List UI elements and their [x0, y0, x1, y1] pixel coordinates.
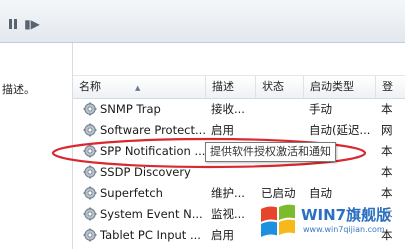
column-header-logon[interactable]: 登: [376, 76, 405, 98]
gear-icon: [83, 228, 97, 242]
service-description-cell: 接收...: [211, 102, 245, 116]
service-startup-type-cell: 手动: [309, 102, 332, 116]
description-text: 描述。: [2, 83, 35, 96]
column-header-startup-type[interactable]: 启动类型: [304, 76, 376, 98]
gear-icon: [83, 165, 97, 179]
service-description-cell: 启用: [211, 123, 234, 137]
service-logon-cell: 网: [381, 123, 393, 137]
service-name-cell: SPP Notification ...: [100, 144, 206, 158]
gear-icon: [83, 144, 97, 158]
service-name-cell: Superfetch: [100, 186, 163, 200]
column-header-logon-label: 登: [382, 80, 393, 93]
windows-logo-icon: [261, 204, 295, 237]
gear-icon: [83, 102, 97, 116]
service-startup-type-cell: 自动(延迟...: [309, 123, 371, 137]
column-header-status[interactable]: 状态: [256, 76, 304, 98]
service-name-cell: SNMP Trap: [100, 102, 161, 116]
column-header-row: 名称 ▲ 描述 状态 启动类型 登: [73, 75, 405, 99]
restart-service-button[interactable]: ▮▶: [24, 17, 40, 31]
service-name-cell: SSDP Discovery: [100, 165, 191, 179]
service-description-cell: 启用: [211, 228, 234, 242]
service-name-cell: Software Protect...: [100, 123, 206, 137]
pause-icon: [9, 19, 17, 29]
column-header-name[interactable]: 名称 ▲: [73, 76, 206, 98]
service-description-tooltip: 提供软件授权激活和通知: [205, 142, 336, 162]
column-header-name-label: 名称: [79, 80, 101, 93]
service-toolbar: ▮▶: [0, 0, 405, 43]
gear-icon: [83, 123, 97, 137]
service-row[interactable]: SSDP Discovery 本: [73, 162, 405, 183]
service-logon-cell: 本: [381, 165, 393, 179]
site-watermark: WIN7旗舰版 www.win7qijian.com: [255, 198, 405, 249]
left-description-pane: 描述。: [0, 43, 73, 249]
service-description-cell: 监视...: [211, 207, 245, 221]
service-logon-cell: 本: [381, 144, 393, 158]
service-logon-cell: 本: [381, 102, 393, 116]
column-header-description[interactable]: 描述: [206, 76, 256, 98]
column-header-description-label: 描述: [212, 80, 234, 93]
restart-icon: ▮▶: [24, 17, 40, 31]
service-name-cell: Tablet PC Input ...: [100, 228, 201, 242]
service-row[interactable]: SNMP Trap 接收... 手动 本: [73, 99, 405, 120]
service-description-cell: 维护...: [211, 186, 245, 200]
service-row[interactable]: Software Protect... 启用 自动(延迟... 网: [73, 120, 405, 141]
gear-icon: [83, 207, 97, 221]
service-name-cell: System Event N...: [100, 207, 203, 221]
watermark-url: www.win7qijian.com: [303, 225, 385, 234]
column-header-startup-type-label: 启动类型: [310, 80, 354, 93]
column-header-status-label: 状态: [262, 80, 284, 93]
watermark-title: WIN7旗舰版: [301, 206, 392, 224]
sort-ascending-icon: ▲: [135, 84, 141, 92]
gear-icon: [83, 186, 97, 200]
pause-service-button[interactable]: [5, 17, 21, 31]
